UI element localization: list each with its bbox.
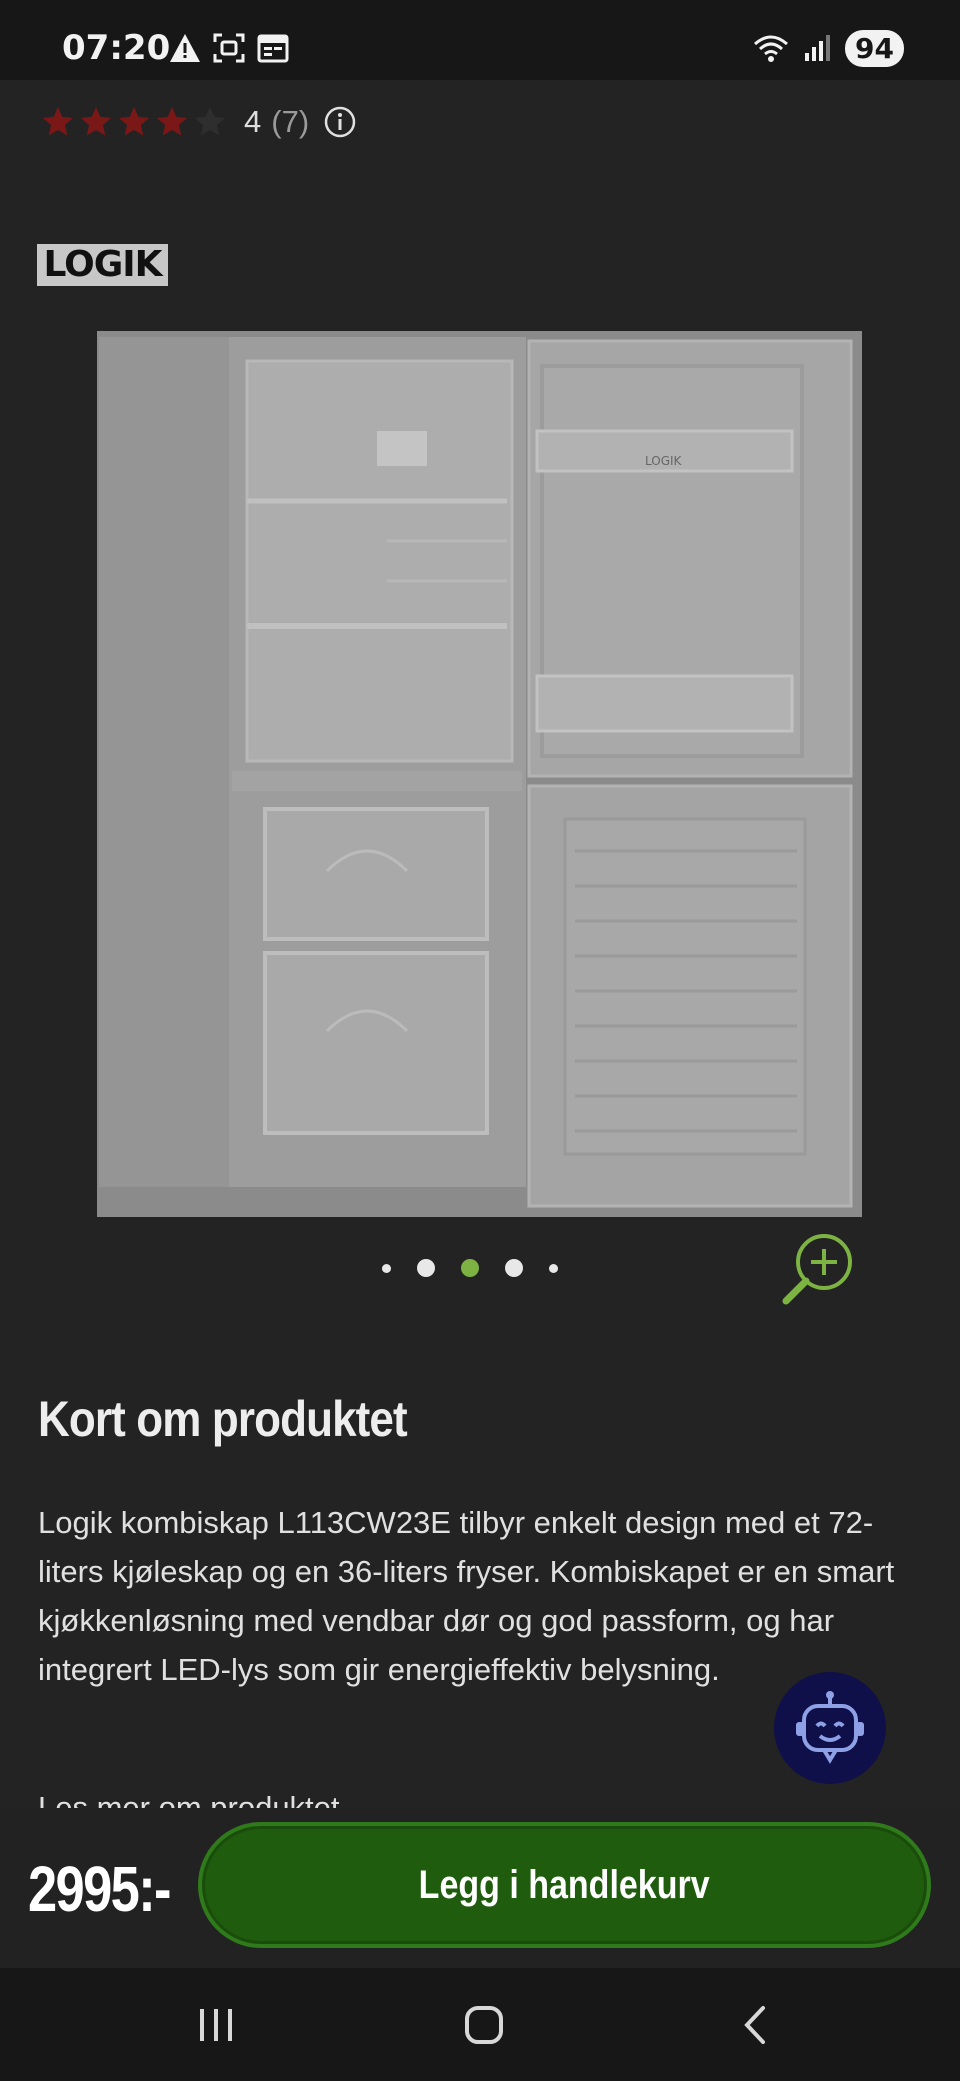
carousel-dot-active[interactable]	[461, 1259, 479, 1277]
rating-count: (7)	[271, 104, 310, 139]
product-image[interactable]: LOGIK	[97, 331, 862, 1217]
rating-score: 4	[244, 104, 262, 139]
fridge-door-brand: LOGIK	[645, 454, 683, 468]
screenshot-icon	[213, 33, 245, 63]
wifi-icon	[754, 35, 789, 62]
star-icon	[157, 107, 187, 136]
recent-apps-icon	[200, 2008, 232, 2041]
add-to-cart-label: Legg i handlekurv	[419, 1862, 710, 1907]
carousel-dot[interactable]	[505, 1259, 523, 1277]
carousel-dot[interactable]	[417, 1259, 435, 1277]
star-empty-icon	[195, 107, 225, 136]
home-icon	[465, 2005, 503, 2044]
status-icons-left	[168, 30, 290, 66]
recent-apps-button[interactable]	[156, 1968, 276, 2081]
status-icons-right: 94	[751, 28, 904, 68]
status-time: 07:20	[62, 28, 171, 68]
warning-icon	[170, 34, 200, 62]
signal-icon	[805, 35, 831, 61]
back-icon	[744, 2005, 765, 2044]
robot-icon	[796, 1691, 864, 1764]
star-icon	[43, 107, 73, 136]
add-to-cart-button[interactable]: Legg i handlekurv	[198, 1822, 931, 1948]
status-bar: 07:20 94	[0, 0, 960, 80]
back-button[interactable]	[694, 1968, 814, 2081]
rating-row[interactable]: 4 (7)	[40, 100, 357, 144]
info-icon[interactable]	[323, 105, 357, 139]
fridge-freezer-image: LOGIK	[97, 331, 862, 1217]
brand-logo[interactable]: LOGIK	[37, 244, 168, 286]
product-description: Logik kombiskap L113CW23E tilbyr enkelt …	[38, 1505, 895, 1687]
star-icon	[119, 107, 149, 136]
nav-bar	[0, 1968, 960, 2081]
read-more-link[interactable]: Les mer om produktet	[38, 1786, 340, 1808]
home-button[interactable]	[424, 1968, 544, 2081]
chatbot-button[interactable]	[774, 1672, 886, 1784]
star-icon	[81, 107, 111, 136]
carousel-dot[interactable]	[382, 1263, 391, 1273]
section-title: Kort om produktet	[38, 1391, 408, 1447]
carousel-dot[interactable]	[549, 1263, 558, 1273]
zoom-in-icon[interactable]	[778, 1226, 860, 1308]
battery-indicator: 94	[845, 29, 904, 67]
calendar-icon	[257, 34, 289, 63]
product-price: 2995:-	[28, 1853, 172, 1925]
